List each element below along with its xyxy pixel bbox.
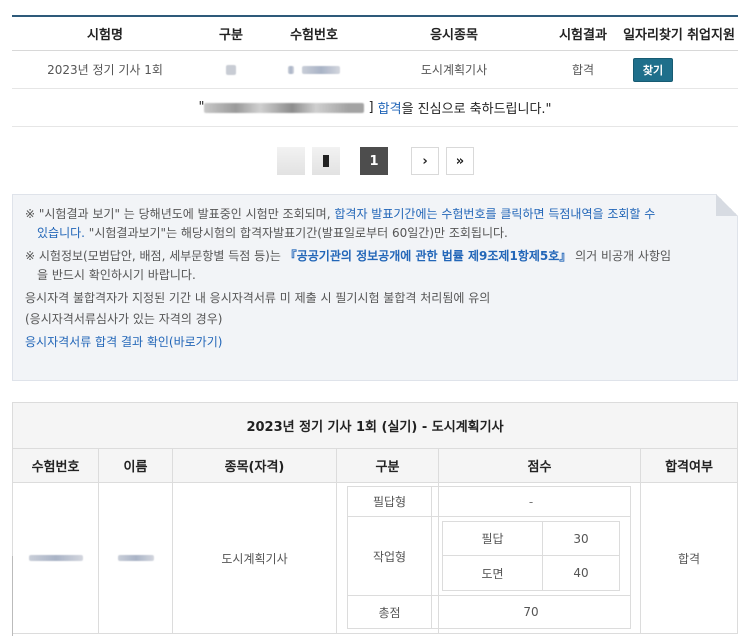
pass-status: 합격	[677, 551, 701, 566]
header-pass-status: 합격여부	[665, 460, 713, 475]
redacted-block	[288, 65, 294, 74]
table-row: 2023년 정기 기사 1회 도시계획기사 합격 찾기	[12, 51, 738, 89]
score-table-header-row: 수험번호 이름 종목(자격) 구분 점수 합격여부	[13, 449, 737, 483]
exam-results-table: 시험명 구분 수험번호 응시종목 시험결과 일자리찾기 취업지원 2023년 정…	[12, 15, 738, 127]
sub-score-label: 필답	[443, 522, 543, 555]
congrats-bracket: ]	[368, 100, 374, 115]
next-page-button[interactable]: ›	[411, 147, 439, 175]
written-value: -	[528, 494, 534, 509]
edge-mask	[1, 556, 13, 636]
employment-support-cell	[684, 51, 738, 88]
total-score-row: 총점 70	[347, 596, 631, 629]
exam-subject: 도시계획기사	[420, 63, 488, 77]
practical-label: 작업형	[348, 517, 432, 595]
header-exam-name: 시험명	[87, 28, 123, 43]
notice-line-1: ※ "시험결과 보기" 는 당해년도에 발표중인 시험만 조회되며, 합격자 발…	[25, 205, 725, 243]
sub-score-row: 도면 40	[442, 556, 620, 591]
exam-number-redacted[interactable]	[264, 51, 364, 88]
notice-text: 을 반드시 확인하시기 바랍니다.	[37, 268, 196, 282]
total-label: 총점	[348, 596, 432, 628]
page-1-button[interactable]: 1	[360, 147, 388, 175]
header-qualification: 종목(자격)	[173, 449, 337, 482]
congrats-text: 을 진심으로 축하드립니다."	[401, 102, 552, 117]
notice-line-3: 응시자격 불합격자가 지정된 기간 내 응시자격서류 미 제출 시 필기시험 불…	[25, 291, 491, 305]
redacted-name	[204, 102, 365, 113]
pagination: 1 › »	[0, 147, 743, 175]
exam-name: 2023년 정기 기사 1회	[47, 63, 163, 77]
notice-highlight: 합격자 발표기간에는 수험번호를 클릭하면 득점내역을 조회할 수	[334, 207, 656, 221]
last-page-button[interactable]: »	[446, 147, 474, 175]
sub-score-value: 40	[573, 566, 589, 580]
score-table-body: 도시계획기사 합격 필답형 - 작업형 필답 30 도면 40 총점 70	[12, 483, 737, 636]
header-subject: 응시종목	[430, 28, 478, 43]
prev-icon	[323, 155, 329, 167]
score-table-caption: 2023년 정기 기사 1회 (실기) - 도시계획기사	[13, 403, 737, 449]
score-breakdown: 필답형 - 작업형 필답 30 도면 40 총점 70	[347, 486, 631, 629]
sub-score-label: 도면	[443, 556, 543, 590]
exam-number-redacted	[13, 483, 99, 633]
examinee-name-redacted	[99, 483, 173, 633]
notice-text: 의거 비공개 사항임	[571, 249, 672, 263]
redacted-block	[302, 65, 340, 74]
table-header-row: 시험명 구분 수험번호 응시종목 시험결과 일자리찾기 취업지원	[12, 17, 738, 51]
written-label: 필답형	[348, 487, 432, 516]
total-value: 70	[523, 605, 539, 619]
header-job-search: 일자리찾기	[623, 28, 683, 43]
notice-highlight: 있습니다.	[37, 226, 85, 240]
exam-result: 합격	[571, 63, 595, 77]
exam-type-redacted	[198, 51, 264, 88]
header-score: 점수	[439, 449, 641, 482]
congratulations-message: " ] 합격 을 진심으로 축하드립니다."	[12, 89, 738, 127]
sub-score-row: 필답 30	[442, 521, 620, 556]
score-detail-table: 2023년 정기 기사 1회 (실기) - 도시계획기사 수험번호 이름 종목(…	[12, 402, 738, 636]
notice-line-2: ※ 시험정보(모범답안, 배점, 세부문항별 득점 등)는 『공공기관의 정보공…	[25, 247, 725, 285]
first-page-button[interactable]	[277, 147, 305, 175]
job-search-cell: 찾기	[622, 51, 684, 88]
sub-score-value: 30	[573, 531, 589, 546]
header-type: 구분	[219, 28, 243, 43]
qualification-docs-result-link[interactable]: 응시자격서류 합격 결과 확인(바로가기)	[25, 335, 222, 349]
header-exam-number: 수험번호	[290, 28, 338, 43]
notice-line-4: (응시자격서류심사가 있는 자격의 경우)	[25, 312, 223, 326]
notice-text: ※ "시험결과 보기" 는 당해년도에 발표중인 시험만 조회되며,	[25, 207, 335, 221]
redacted-block	[117, 555, 154, 561]
redacted-block	[226, 64, 236, 75]
congrats-pass-word: 합격	[377, 102, 402, 117]
notice-text: "시험결과보기"는 해당시험의 합격자발표기간(발표일로부터 60일간)만 조회…	[84, 226, 508, 240]
notice-law-reference: 『공공기관의 정보공개에 관한 법률 제9조제1항제5호』	[284, 249, 572, 263]
practical-score-row: 작업형 필답 30 도면 40	[347, 517, 631, 596]
header-employment-support: 취업지원	[687, 28, 735, 43]
header-result: 시험결과	[559, 28, 607, 43]
header-exam-number: 수험번호	[13, 449, 99, 482]
page-fold-icon	[716, 194, 738, 216]
qualification-name: 도시계획기사	[173, 483, 337, 633]
notice-box: ※ "시험결과 보기" 는 당해년도에 발표중인 시험만 조회되며, 합격자 발…	[12, 194, 738, 381]
find-job-button[interactable]: 찾기	[632, 57, 674, 82]
notice-text: ※ 시험정보(모범답안, 배점, 세부문항별 득점 등)는	[25, 249, 285, 263]
header-category: 구분	[337, 449, 439, 482]
header-name: 이름	[99, 449, 173, 482]
written-score-row: 필답형 -	[347, 486, 631, 517]
prev-page-button[interactable]	[312, 147, 340, 175]
practical-sub-scores: 필답 30 도면 40	[442, 521, 620, 591]
redacted-block	[28, 555, 83, 561]
